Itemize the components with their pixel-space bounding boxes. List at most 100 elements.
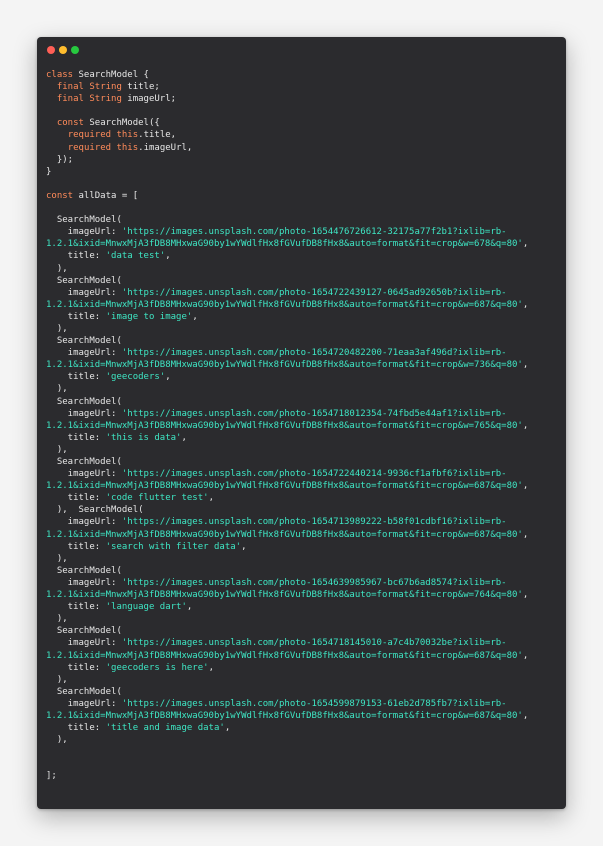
code-line: title: 'data test', [46, 250, 562, 262]
code-text: ), [46, 323, 68, 334]
code-line: SearchModel( [46, 335, 562, 347]
code-text: , [224, 723, 231, 734]
code-text: SearchModel({ [83, 118, 160, 129]
code-text: SearchModel( [46, 275, 122, 286]
code-line: title: 'title and image data', [46, 722, 562, 734]
code-text: SearchModel( [46, 457, 122, 467]
code-string: 'https://images.unsplash.com/photo-16547… [121, 287, 507, 298]
code-string: 1.2.1&ixid=MnwxMjA3fDB8MHxwaG90by1wYWdlf… [46, 239, 523, 250]
code-text: } [46, 166, 52, 177]
code-string: 1.2.1&ixid=MnwxMjA3fDB8MHxwaG90by1wYWdlf… [46, 420, 523, 431]
code-text: ), SearchModel( [46, 505, 144, 516]
code-text: , [522, 420, 529, 431]
code-keyword: const [46, 190, 74, 201]
code-text: , [165, 251, 171, 262]
code-line: ), [46, 613, 562, 625]
code-keyword: class [46, 70, 74, 80]
code-string: 1.2.1&ixid=MnwxMjA3fDB8MHxwaG90by1wYWdlf… [46, 299, 523, 310]
code-text: imageUrl: [46, 227, 122, 238]
code-text: ), [46, 444, 68, 455]
code-line: }); [46, 154, 562, 166]
code-string: 'image to image' [105, 311, 193, 322]
code-text: , [522, 529, 529, 540]
code-string: 'language dart' [105, 602, 187, 613]
code-line: title: 'code flutter test', [46, 492, 562, 504]
code-keyword: String [89, 94, 122, 105]
code-line: ), [46, 383, 562, 395]
code-string: 'https://images.unsplash.com/photo-16547… [121, 638, 507, 649]
code-keyword: required [67, 130, 112, 141]
code-text: title: [46, 251, 106, 262]
code-line: final String title; [46, 81, 562, 93]
code-line: ), [46, 553, 562, 565]
code-line: class SearchModel { [46, 69, 562, 81]
code-text: imageUrl: [46, 469, 122, 480]
code-line: ), [46, 674, 562, 686]
code-text: ]; [46, 771, 57, 782]
code-line: SearchModel( [46, 686, 562, 698]
code-text: .imageUrl, [138, 142, 193, 153]
code-text: title; [121, 82, 160, 93]
code-line: SearchModel( [46, 456, 562, 468]
code-text: , [522, 239, 529, 250]
code-text: , [181, 432, 187, 443]
code-string: 'https://images.unsplash.com/photo-16547… [121, 517, 507, 528]
code-string: 'https://images.unsplash.com/photo-16545… [121, 698, 507, 709]
close-window-icon[interactable] [47, 46, 55, 54]
code-text: imageUrl: [46, 348, 122, 359]
code-string: 'https://images.unsplash.com/photo-16547… [121, 469, 507, 480]
code-text: imageUrl; [121, 94, 177, 105]
minimize-window-icon[interactable] [59, 46, 67, 54]
code-line: 1.2.1&ixid=MnwxMjA3fDB8MHxwaG90by1wYWdlf… [46, 710, 562, 722]
code-string: 'geecoders is here' [105, 662, 209, 673]
code-line: imageUrl: 'https://images.unsplash.com/p… [46, 516, 562, 528]
code-text: ), [46, 614, 68, 625]
code-text: imageUrl: [46, 577, 122, 588]
code-text: title: [46, 723, 106, 734]
code-line: SearchModel( [46, 565, 562, 577]
code-line: SearchModel( [46, 625, 562, 637]
code-text: ), [46, 674, 68, 685]
code-string: 'https://images.unsplash.com/photo-16544… [121, 227, 507, 238]
code-line: SearchModel( [46, 396, 562, 408]
code-text: }); [46, 154, 74, 165]
code-line: title: 'search with filter data', [46, 541, 562, 553]
code-line: 1.2.1&ixid=MnwxMjA3fDB8MHxwaG90by1wYWdlf… [46, 359, 562, 371]
code-line: required this.imageUrl, [46, 142, 562, 154]
code-text: ), [46, 263, 68, 274]
code-text: imageUrl: [46, 638, 122, 649]
code-line: 1.2.1&ixid=MnwxMjA3fDB8MHxwaG90by1wYWdlf… [46, 238, 562, 250]
code-text: , [208, 662, 214, 673]
maximize-window-icon[interactable] [71, 46, 79, 54]
code-line: SearchModel( [46, 275, 562, 287]
code-text: imageUrl: [46, 287, 122, 298]
code-text: SearchModel( [46, 686, 122, 697]
code-text: title: [46, 493, 106, 504]
code-string: 1.2.1&ixid=MnwxMjA3fDB8MHxwaG90by1wYWdlf… [46, 481, 523, 492]
code-line: ), [46, 734, 562, 746]
code-line: imageUrl: 'https://images.unsplash.com/p… [46, 468, 562, 480]
code-line: const SearchModel({ [46, 117, 562, 129]
code-line: title: 'image to image', [46, 311, 562, 323]
code-text: ), [46, 384, 68, 395]
code-string: 'code flutter test' [105, 493, 209, 504]
code-line: ), SearchModel( [46, 504, 562, 516]
code-line: imageUrl: 'https://images.unsplash.com/p… [46, 287, 562, 299]
code-string: 1.2.1&ixid=MnwxMjA3fDB8MHxwaG90by1wYWdlf… [46, 710, 523, 721]
code-string: 'search with filter data' [105, 541, 242, 552]
code-text: , [522, 650, 529, 661]
code-string: 'this is data' [105, 432, 182, 443]
code-line: title: 'geecoders', [46, 371, 562, 383]
code-line: 1.2.1&ixid=MnwxMjA3fDB8MHxwaG90by1wYWdlf… [46, 650, 562, 662]
code-line: required this.title, [46, 129, 562, 141]
code-line: } [46, 166, 562, 178]
